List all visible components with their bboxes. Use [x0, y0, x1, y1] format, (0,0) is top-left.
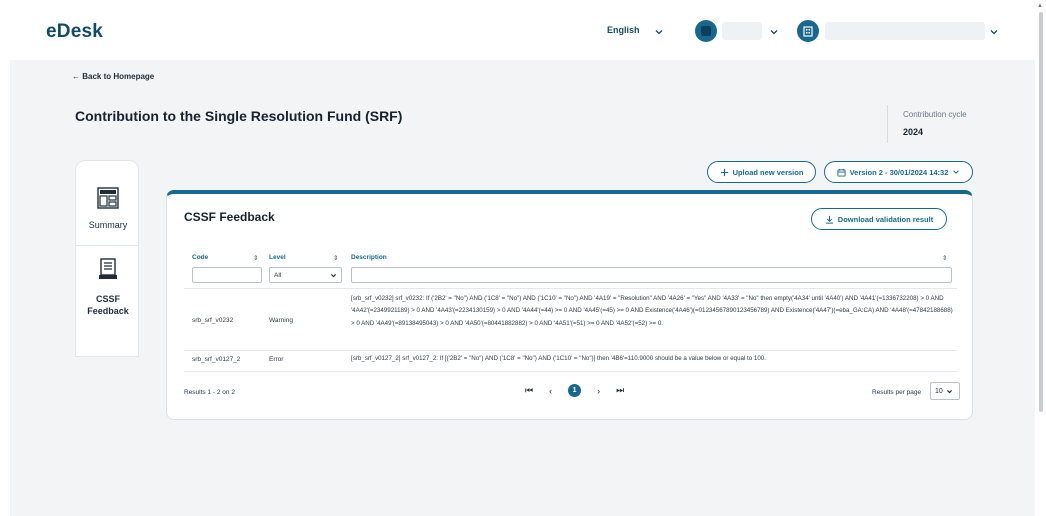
card-title: CSSF Feedback	[184, 210, 275, 224]
next-page-icon[interactable]: ›	[597, 386, 600, 396]
chevron-down-icon[interactable]	[769, 27, 779, 37]
entity-name-redacted	[722, 22, 762, 40]
upload-button-label: Upload new version	[732, 167, 804, 177]
sort-icon[interactable]: ⇕	[942, 254, 947, 262]
contribution-cycle-value: 2024	[903, 127, 924, 137]
plus-icon	[720, 168, 728, 176]
divider	[184, 371, 957, 372]
row-description: [srb_srf_v0127_2] srf_v0127_2: If [('2B2…	[351, 355, 766, 362]
divider	[184, 288, 957, 289]
pagination: ⏮ ‹ 1 › ⏭	[525, 384, 624, 397]
row-level: Error	[269, 356, 284, 363]
results-count: Results 1 - 2 on 2	[184, 389, 235, 396]
divider	[887, 105, 888, 143]
back-to-homepage-link[interactable]: ← Back to Homepage	[72, 72, 154, 81]
sort-icon[interactable]: ⇕	[333, 254, 338, 262]
scroll-up-arrow[interactable]: ▲	[1037, 3, 1043, 9]
entity-avatar[interactable]	[695, 20, 717, 42]
chevron-down-icon	[331, 273, 336, 277]
chevron-down-icon[interactable]	[654, 27, 664, 37]
tab-cssf-feedback[interactable]: CSSF Feedback	[76, 246, 138, 356]
last-page-icon[interactable]: ⏭	[616, 385, 624, 396]
description-filter-input[interactable]	[351, 267, 952, 283]
calendar-icon	[837, 168, 846, 177]
chevron-down-icon[interactable]	[989, 27, 999, 37]
divider	[184, 350, 957, 351]
tab-summary[interactable]: Summary	[76, 161, 138, 245]
first-page-icon[interactable]: ⏮	[525, 385, 533, 396]
chevron-down-icon	[946, 389, 952, 393]
results-per-page-value: 10	[935, 387, 943, 395]
user-name-redacted	[825, 22, 985, 40]
row-description: [srb_srf_v0232] srf_v0232: If ('2B2' = "…	[351, 295, 953, 327]
version-label: Version 2 - 30/01/2024 14:32	[849, 167, 949, 177]
chevron-down-icon	[953, 170, 960, 174]
section-tabs: Summary CSSF Feedback	[75, 160, 139, 357]
download-validation-result-button[interactable]: Download validation result	[811, 208, 947, 230]
results-per-page-label: Results per page	[872, 389, 922, 396]
results-per-page-select[interactable]: 10	[930, 382, 960, 400]
column-header-level[interactable]: Level	[269, 254, 286, 261]
row-code: srb_srf_v0127_2	[192, 356, 241, 363]
sort-icon[interactable]: ⇕	[253, 254, 258, 262]
user-avatar[interactable]	[797, 20, 819, 42]
tab-summary-label: Summary	[88, 220, 128, 230]
contribution-cycle-label: Contribution cycle	[903, 110, 967, 119]
page-title: Contribution to the Single Resolution Fu…	[75, 108, 403, 124]
row-code: srb_srf_v0232	[192, 317, 234, 324]
column-header-code[interactable]: Code	[192, 254, 208, 261]
level-filter-value: All	[274, 271, 282, 279]
document-icon	[99, 258, 117, 279]
top-bar: eDesk English	[0, 0, 1046, 60]
page-button-current[interactable]: 1	[568, 384, 582, 397]
dashboard-icon	[97, 187, 119, 209]
upload-new-version-button[interactable]: Upload new version	[707, 161, 816, 183]
download-icon	[825, 215, 833, 224]
page-scrollbar[interactable]	[1039, 12, 1043, 412]
building-icon	[803, 26, 813, 37]
language-selector[interactable]: English	[607, 25, 640, 35]
row-level: Warning	[269, 317, 293, 324]
tab-cssf-feedback-label: CSSF Feedback	[87, 294, 129, 316]
level-filter-select[interactable]: All	[269, 267, 342, 283]
download-button-label: Download validation result	[837, 214, 934, 224]
app-logo[interactable]: eDesk	[46, 21, 103, 43]
code-filter-input[interactable]	[192, 267, 262, 283]
cssf-feedback-card: CSSF Feedback Download validation result…	[166, 190, 973, 420]
column-header-description[interactable]: Description	[351, 254, 387, 261]
previous-page-icon[interactable]: ‹	[549, 386, 552, 396]
version-selector[interactable]: Version 2 - 30/01/2024 14:32	[824, 161, 973, 183]
